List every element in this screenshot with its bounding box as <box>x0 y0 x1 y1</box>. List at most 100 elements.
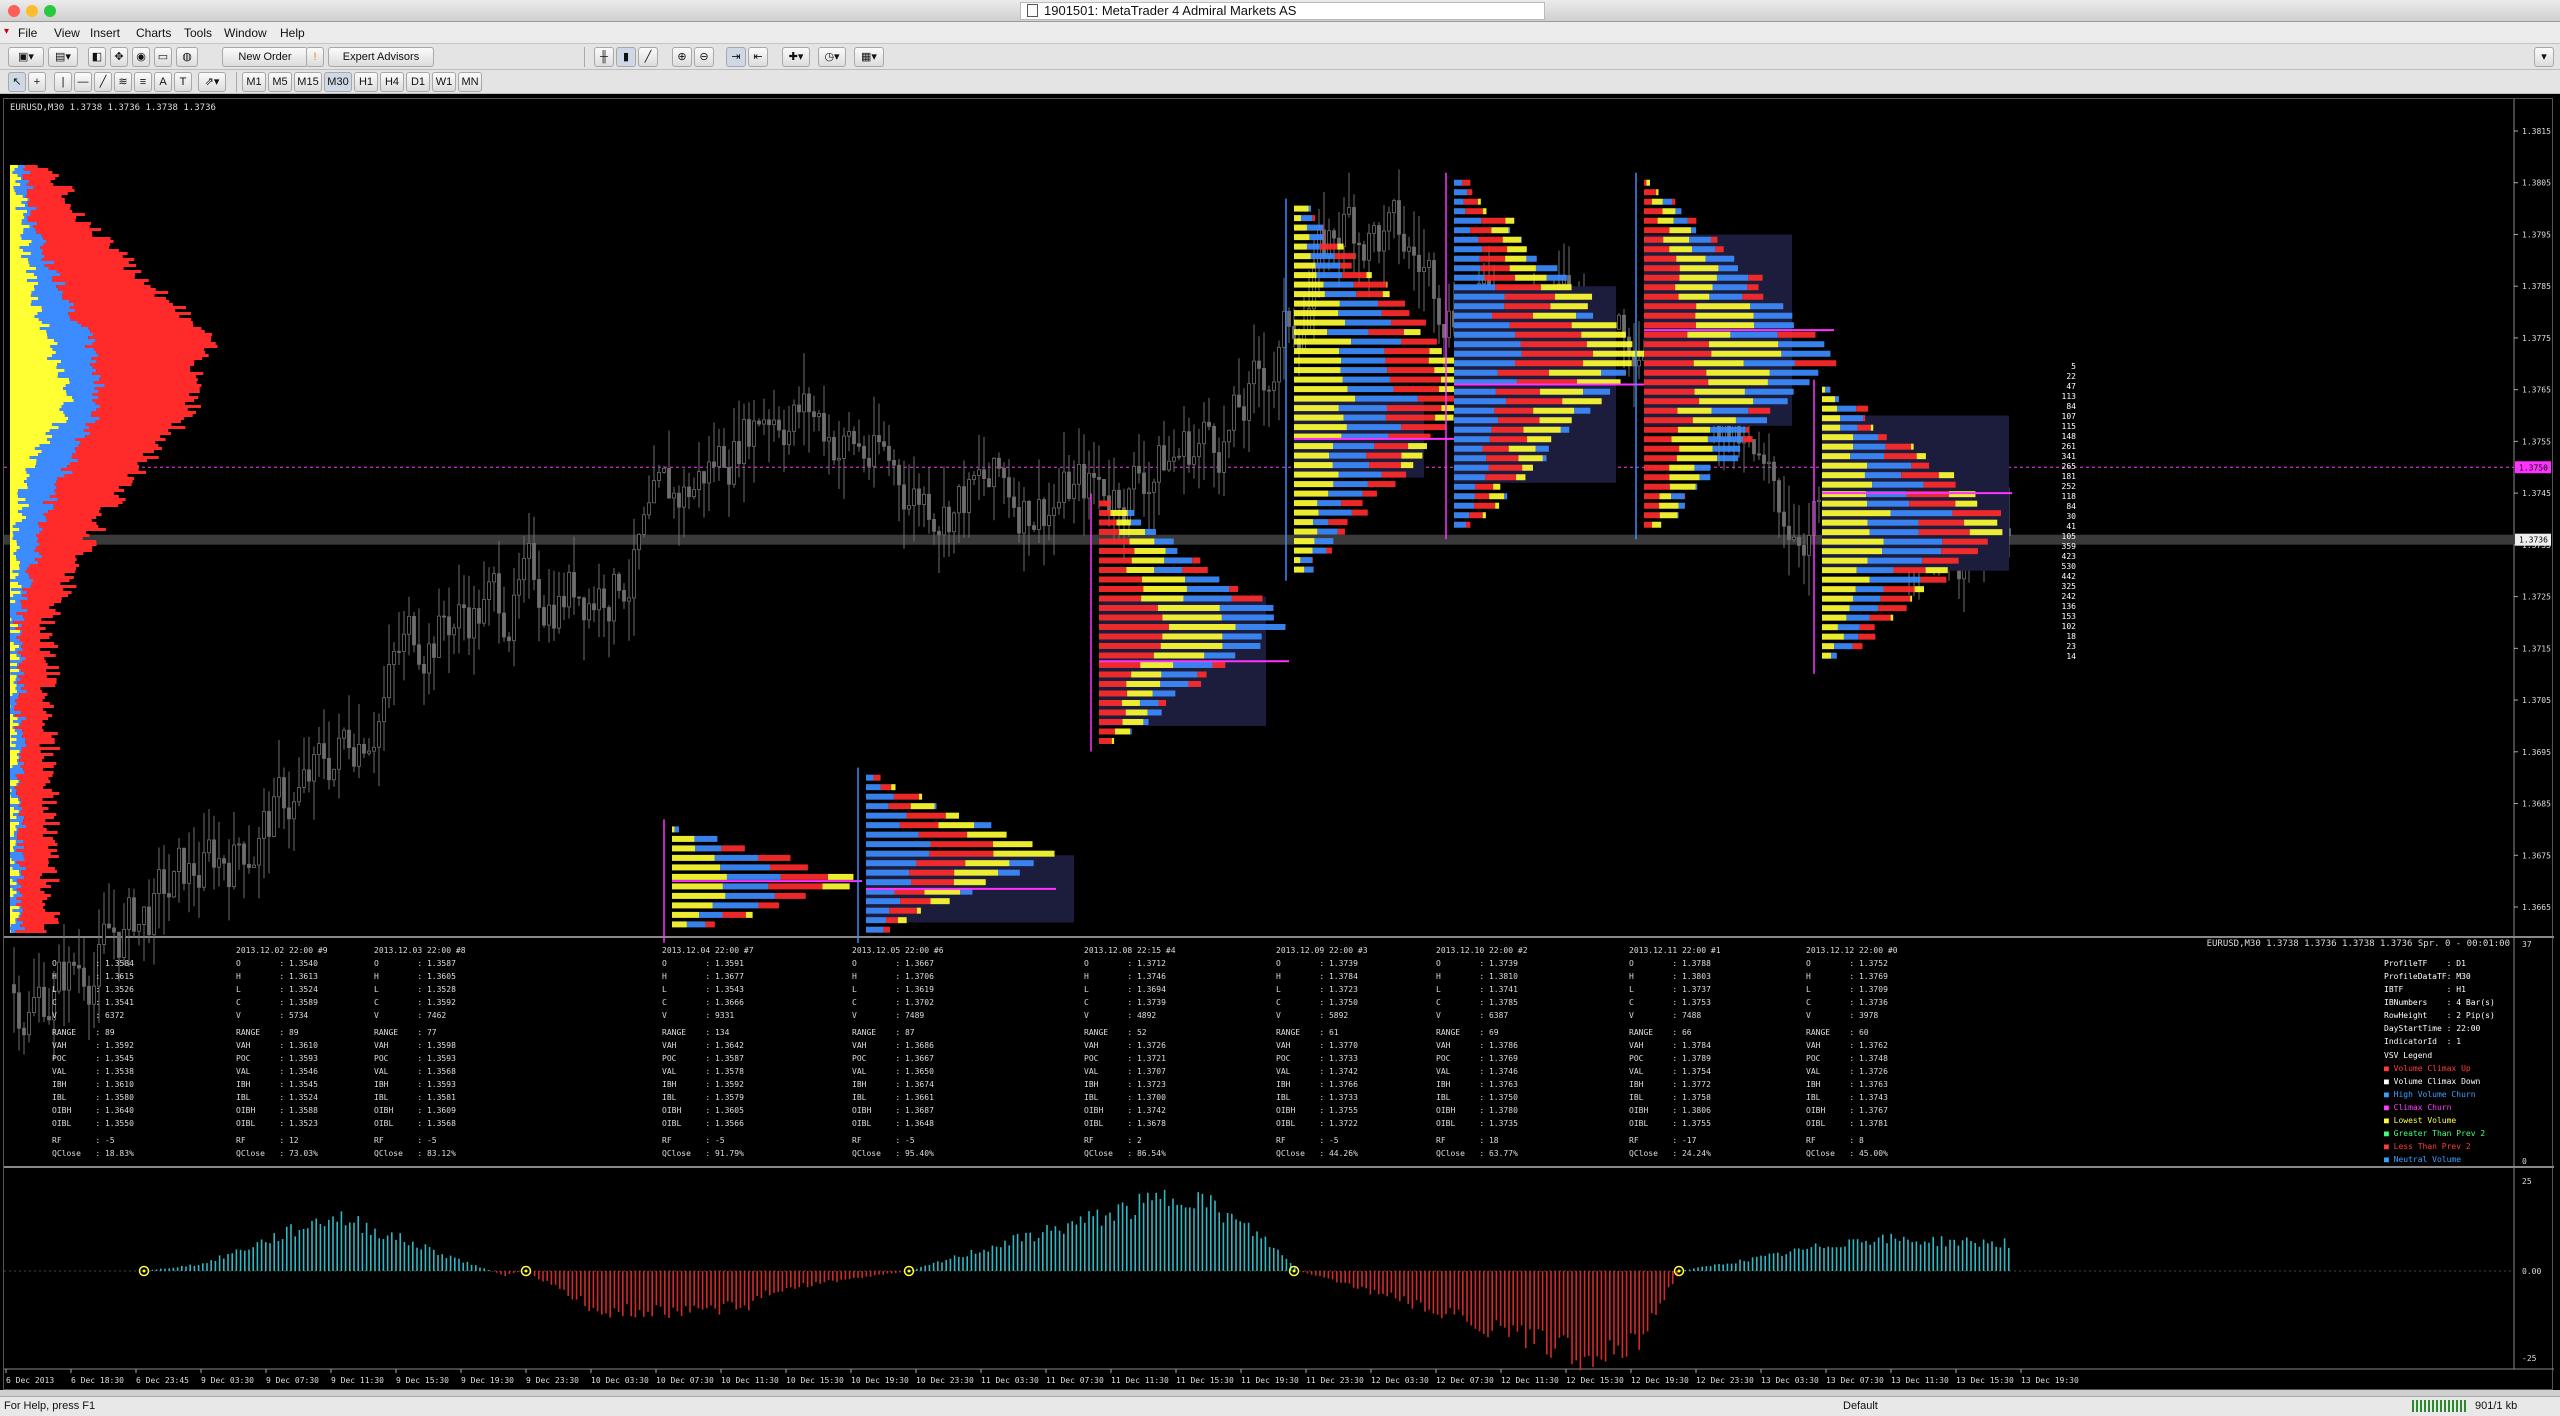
cursor-icon[interactable]: ↖ <box>8 72 26 92</box>
tpo-letters <box>1878 605 1907 612</box>
arrows-icon[interactable]: ⇗▾ <box>198 72 226 92</box>
text-icon[interactable]: A <box>154 72 172 92</box>
stat-row: IBL : 1.3750 <box>1436 1093 1518 1102</box>
profile-row-red <box>21 873 43 876</box>
timeframe-d1[interactable]: D1 <box>406 72 430 92</box>
tpo-letters <box>1508 445 1536 452</box>
profile-row-red <box>37 537 83 540</box>
tpo-letters <box>1671 436 1708 443</box>
strategy-tester-icon[interactable]: ◍ <box>176 47 198 67</box>
data-window-icon[interactable]: ◉ <box>132 47 150 67</box>
trendline-icon[interactable]: ╱ <box>94 72 112 92</box>
market-watch-icon[interactable]: ◧ <box>88 47 106 67</box>
candle-body <box>412 615 416 646</box>
horizontal-line-icon[interactable]: — <box>74 72 92 92</box>
profile-row-yellow <box>10 813 14 816</box>
menu-file[interactable]: File <box>18 26 37 40</box>
tpo-letters <box>1294 376 1343 383</box>
chart-shift-icon[interactable]: ⇤ <box>748 47 768 67</box>
timeframe-mn[interactable]: MN <box>458 72 482 92</box>
timeframe-w1[interactable]: W1 <box>432 72 456 92</box>
navigator-icon[interactable]: ✥ <box>110 47 128 67</box>
periods-icon[interactable]: ◷▾ <box>818 47 846 67</box>
tpo-letters <box>1454 483 1476 490</box>
candle-body <box>1202 421 1206 445</box>
text-label-icon[interactable]: T <box>174 72 192 92</box>
profile-row-red <box>72 453 143 456</box>
tpo-letters <box>1922 557 1959 564</box>
timeframe-m15[interactable]: M15 <box>294 72 322 92</box>
candlestick-icon[interactable]: ▮ <box>616 47 636 67</box>
timeframe-m5[interactable]: M5 <box>268 72 292 92</box>
minimize-window-button[interactable] <box>26 5 38 17</box>
tpo-letters <box>1883 586 1915 593</box>
profiles-icon[interactable]: ▤▾ <box>48 47 78 67</box>
profile-row-blue <box>17 165 26 168</box>
timeframe-m30[interactable]: M30 <box>324 72 352 92</box>
new-chart-icon[interactable]: ▣▾ <box>8 47 44 67</box>
tpo-letters <box>1705 255 1735 262</box>
profile-row-blue <box>66 390 99 393</box>
tpo-letters <box>1333 481 1368 488</box>
fibonacci-icon[interactable]: ≡ <box>134 72 152 92</box>
channel-icon[interactable]: ≋ <box>114 72 132 92</box>
chart-window[interactable]: 1.3815 1.3805 1.3795 1.3785 1.3775 1.3765 1.37… <box>3 98 2554 1391</box>
tpo-letters <box>1294 300 1340 307</box>
auto-scroll-icon[interactable]: ⇥ <box>726 47 746 67</box>
menu-view[interactable]: View <box>54 26 80 40</box>
menu-help[interactable]: Help <box>280 26 305 40</box>
tpo-letters <box>1153 652 1205 659</box>
candle-body <box>627 597 631 602</box>
menu-window[interactable]: Window <box>224 26 267 40</box>
price-chart[interactable]: 1.38151.38051.37951.37851.37751.37651.37… <box>4 99 2554 1391</box>
tpo-letters <box>1659 502 1679 509</box>
tpo-letters <box>1822 481 1873 488</box>
templates-icon[interactable]: ▦▾ <box>854 47 884 67</box>
profile-row-red <box>91 357 203 360</box>
tpo-letters <box>1918 519 1965 526</box>
menu-charts[interactable]: Charts <box>136 26 171 40</box>
tpo-letters <box>1318 509 1352 516</box>
vertical-line-icon[interactable]: | <box>54 72 72 92</box>
legend-item: ■ Volume Climax Up <box>2384 1064 2471 1073</box>
timeframe-h1[interactable]: H1 <box>354 72 378 92</box>
tpo-letters <box>1393 386 1439 393</box>
zoom-out-icon[interactable]: ⊖ <box>694 47 714 67</box>
expert-advisors-button[interactable]: Expert Advisors <box>328 47 434 67</box>
line-chart-icon[interactable]: ╱ <box>638 47 658 67</box>
menu-tools[interactable]: Tools <box>184 26 212 40</box>
indicators-icon[interactable]: ✚▾ <box>782 47 810 67</box>
crosshair-icon[interactable]: + <box>28 72 46 92</box>
tpo-letters <box>1294 386 1348 393</box>
timeframe-m1[interactable]: M1 <box>242 72 266 92</box>
new-order-button[interactable]: New Order <box>222 47 308 67</box>
tpo-letters <box>1219 604 1274 611</box>
profile-row-red <box>42 249 119 252</box>
tpo-letters <box>1314 538 1334 545</box>
tpo-letters <box>1706 369 1770 376</box>
tpo-letters <box>1872 481 1924 488</box>
candle-body <box>547 604 551 626</box>
close-window-button[interactable] <box>8 5 20 17</box>
profile-row-yellow <box>10 309 43 312</box>
stat-row: O : 1.3584 <box>52 959 134 968</box>
tpo-letters <box>705 921 715 928</box>
toolbar-options-icon[interactable]: ▾ <box>2534 47 2554 67</box>
menu-insert[interactable]: Insert <box>90 26 120 40</box>
bar-chart-icon[interactable]: ╫ <box>594 47 614 67</box>
metaeditor-icon[interactable]: ! <box>306 47 324 67</box>
terminal-icon[interactable]: ▭ <box>154 47 172 67</box>
zoom-window-button[interactable] <box>44 5 56 17</box>
timeframe-h4[interactable]: H4 <box>380 72 404 92</box>
profile-row-blue <box>17 759 20 762</box>
tpo-letters <box>1867 500 1910 507</box>
app-icon[interactable]: ▾ <box>4 26 9 37</box>
tpo-letters <box>1465 208 1483 215</box>
profile-row-blue <box>10 930 16 933</box>
tpo-letters <box>1743 360 1795 367</box>
time-label: 10 Dec 19:30 <box>851 1376 909 1385</box>
stat-row: V : 9331 <box>662 1011 735 1020</box>
tpo-letters <box>965 860 1010 867</box>
candle-body <box>422 663 426 674</box>
zoom-in-icon[interactable]: ⊕ <box>672 47 692 67</box>
